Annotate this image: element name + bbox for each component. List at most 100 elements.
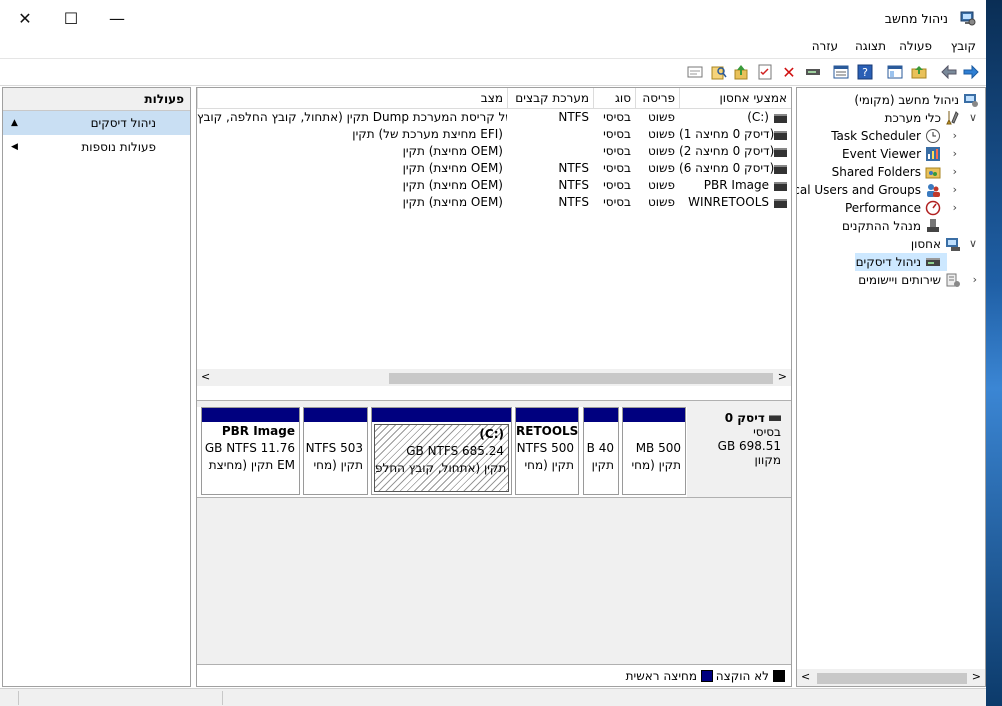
up-arrow-icon[interactable] <box>732 63 750 81</box>
partition-oem[interactable]: NTFS 503 תקין (מחי <box>303 407 368 495</box>
partition-size: MB 500 <box>635 441 681 455</box>
clock-icon <box>926 129 940 143</box>
scroll-left-icon[interactable]: < <box>201 370 210 383</box>
tree-system-tools[interactable]: כלי מערכת ∨ <box>797 109 985 127</box>
minimize-button[interactable]: — <box>94 0 140 36</box>
chevron-down-icon[interactable]: ∨ <box>969 235 977 253</box>
cell-file-system: NTFS <box>558 110 589 124</box>
maximize-button[interactable]: ☐ <box>48 0 94 36</box>
partition-size: GB NTFS 685.24 <box>406 444 504 458</box>
cell-layout: פשוט <box>647 144 675 158</box>
connect-icon[interactable] <box>804 63 822 81</box>
chevron-right-icon[interactable]: › <box>953 145 957 163</box>
tree-shared-folders[interactable]: Shared Folders › <box>797 163 985 181</box>
volume-row[interactable]: (דיסק 0 מחיצה 6) פשוט בסיסי NTFS תקין (מחיצת… <box>197 160 791 177</box>
tree-performance[interactable]: Performance › <box>797 199 985 217</box>
status-divider <box>18 691 19 705</box>
chevron-down-icon[interactable]: ∨ <box>969 109 977 127</box>
cell-volume: PBR Image <box>703 178 769 192</box>
up-folder-icon[interactable] <box>910 63 928 81</box>
cell-layout: פשוט <box>647 161 675 175</box>
status-bar <box>0 688 986 706</box>
cell-status: תקין (מחיצת OEM) <box>402 178 503 192</box>
partition-winretools[interactable]: RETOOLS NTFS 500 תקין (מחי <box>515 407 579 495</box>
column-layout[interactable]: פריסה <box>635 88 679 108</box>
users-icon <box>927 184 940 197</box>
chevron-right-icon[interactable]: › <box>973 271 977 289</box>
search-icon[interactable] <box>710 63 728 81</box>
menu-file[interactable]: קובץ <box>951 39 976 53</box>
chevron-right-icon[interactable]: › <box>953 181 957 199</box>
volume-row[interactable]: PBR Image פשוט בסיסי NTFS תקין (מחיצת OEM) <box>197 177 791 194</box>
partition-status: תקין (מחיצת EM <box>208 458 295 472</box>
menu-help[interactable]: עזרה <box>812 39 838 53</box>
checklist-icon[interactable] <box>756 63 774 81</box>
volume-list: אמצעי אחסון פריסה סוג מערכת קבצים מצב (C… <box>197 88 791 374</box>
volume-row[interactable]: (דיסק 0 מחיצה 2) פשוט בסיסי תקין (מחיצת OEM… <box>197 143 791 160</box>
tree-root[interactable]: ניהול מחשב (מקומי) <box>797 91 985 109</box>
tree-disk-management[interactable]: ניהול דיסקים <box>855 253 947 271</box>
cell-type: בסיסי <box>603 195 631 209</box>
chevron-right-icon[interactable]: › <box>953 163 957 181</box>
disk-type: בסיסי <box>753 425 781 439</box>
scroll-right-icon[interactable]: > <box>972 670 981 683</box>
partition-msr[interactable]: B 40 תקין <box>583 407 619 495</box>
disk-0-row[interactable]: דיסק 0 בסיסי GB 698.51 מקוון MB 500 תקין… <box>197 407 791 498</box>
tree-hscrollbar[interactable]: < > <box>797 669 985 686</box>
tree-local-users[interactable]: Local Users and Groups › <box>797 181 985 199</box>
show-hide-tree-icon[interactable] <box>886 63 904 81</box>
column-volume[interactable]: אמצעי אחסון <box>679 88 791 108</box>
action-more-actions[interactable]: ◀ פעולות נוספות <box>3 135 190 159</box>
disk-0-label[interactable]: דיסק 0 בסיסי GB 698.51 מקוון <box>687 407 791 497</box>
cell-status: תקין (מחיצת OEM) <box>402 161 503 175</box>
help-icon[interactable]: ? <box>856 63 874 81</box>
view-icon[interactable] <box>686 63 704 81</box>
action-more-actions-label: פעולות נוספות <box>81 140 156 154</box>
cell-file-system <box>507 126 593 143</box>
chevron-right-icon[interactable]: › <box>953 127 957 145</box>
back-icon[interactable] <box>940 63 958 81</box>
scrollbar-thumb[interactable] <box>817 673 967 684</box>
scrollbar-thumb[interactable] <box>389 373 773 384</box>
delete-icon[interactable]: ✕ <box>780 63 798 82</box>
cell-type: בסיסי <box>603 110 631 124</box>
partition-status: תקין (מחי <box>524 458 574 472</box>
forward-icon[interactable] <box>962 63 980 81</box>
legend-primary-swatch <box>701 670 713 682</box>
tree-device-manager[interactable]: מנהל ההתקנים <box>797 217 985 235</box>
volume-row[interactable]: (C:) פשוט בסיסי NTFS תקין (אתחול, קובץ החלפה… <box>197 109 791 126</box>
tree-services-label: שירותים ויישומים <box>858 273 941 287</box>
cell-status: תקין (מחיצת מערכת של EFI) <box>352 127 503 141</box>
cell-status: תקין (מחיצת OEM) <box>402 144 503 158</box>
chevron-right-icon[interactable]: › <box>953 199 957 217</box>
tools-icon <box>946 111 959 125</box>
volume-list-hscrollbar[interactable]: < > <box>197 369 791 386</box>
tree-task-scheduler[interactable]: Task Scheduler › <box>797 127 985 145</box>
properties-icon[interactable] <box>832 63 850 81</box>
volume-row[interactable]: (דיסק 0 מחיצה 1) פשוט בסיסי תקין (מחיצת מער… <box>197 126 791 143</box>
partition-efi[interactable]: MB 500 תקין (מחי <box>622 407 686 495</box>
scroll-left-icon[interactable]: < <box>801 670 810 683</box>
tree-root-label: ניהול מחשב (מקומי) <box>854 93 959 107</box>
tree-storage[interactable]: אחסון ∨ <box>797 235 985 253</box>
menu-view[interactable]: תצוגה <box>855 39 886 53</box>
expand-arrow-icon[interactable]: ◀ <box>11 135 18 159</box>
partition-c[interactable]: (C:) GB NTFS 685.24 תקין (אתחול, קובץ הח… <box>371 407 512 495</box>
collapse-arrow-icon[interactable]: ▲ <box>11 111 18 135</box>
partition-name: PBR Image <box>221 424 295 438</box>
menu-action[interactable]: פעולה <box>899 39 932 53</box>
tree-event-viewer[interactable]: Event Viewer › <box>797 145 985 163</box>
desktop-background <box>986 0 1002 706</box>
tree-services[interactable]: שירותים ויישומים › <box>797 271 985 289</box>
close-button[interactable]: ✕ <box>2 0 48 36</box>
column-type[interactable]: סוג <box>593 88 635 108</box>
column-file-system[interactable]: מערכת קבצים <box>507 88 593 108</box>
partition-selected-hatch: (C:) GB NTFS 685.24 תקין (אתחול, קובץ הח… <box>374 424 509 492</box>
volume-row[interactable]: WINRETOOLS פשוט בסיסי NTFS תקין (מחיצת OEM) <box>197 194 791 211</box>
scroll-right-icon[interactable]: > <box>778 370 787 383</box>
action-disk-management[interactable]: ▲ ניהול דיסקים <box>3 111 190 135</box>
partition-pbr-image[interactable]: PBR Image GB NTFS 11.76 תקין (מחיצת EM <box>201 407 300 495</box>
partition-size: NTFS 500 <box>516 441 574 455</box>
column-status[interactable]: מצב <box>197 88 507 108</box>
svg-text:?: ? <box>862 66 868 79</box>
